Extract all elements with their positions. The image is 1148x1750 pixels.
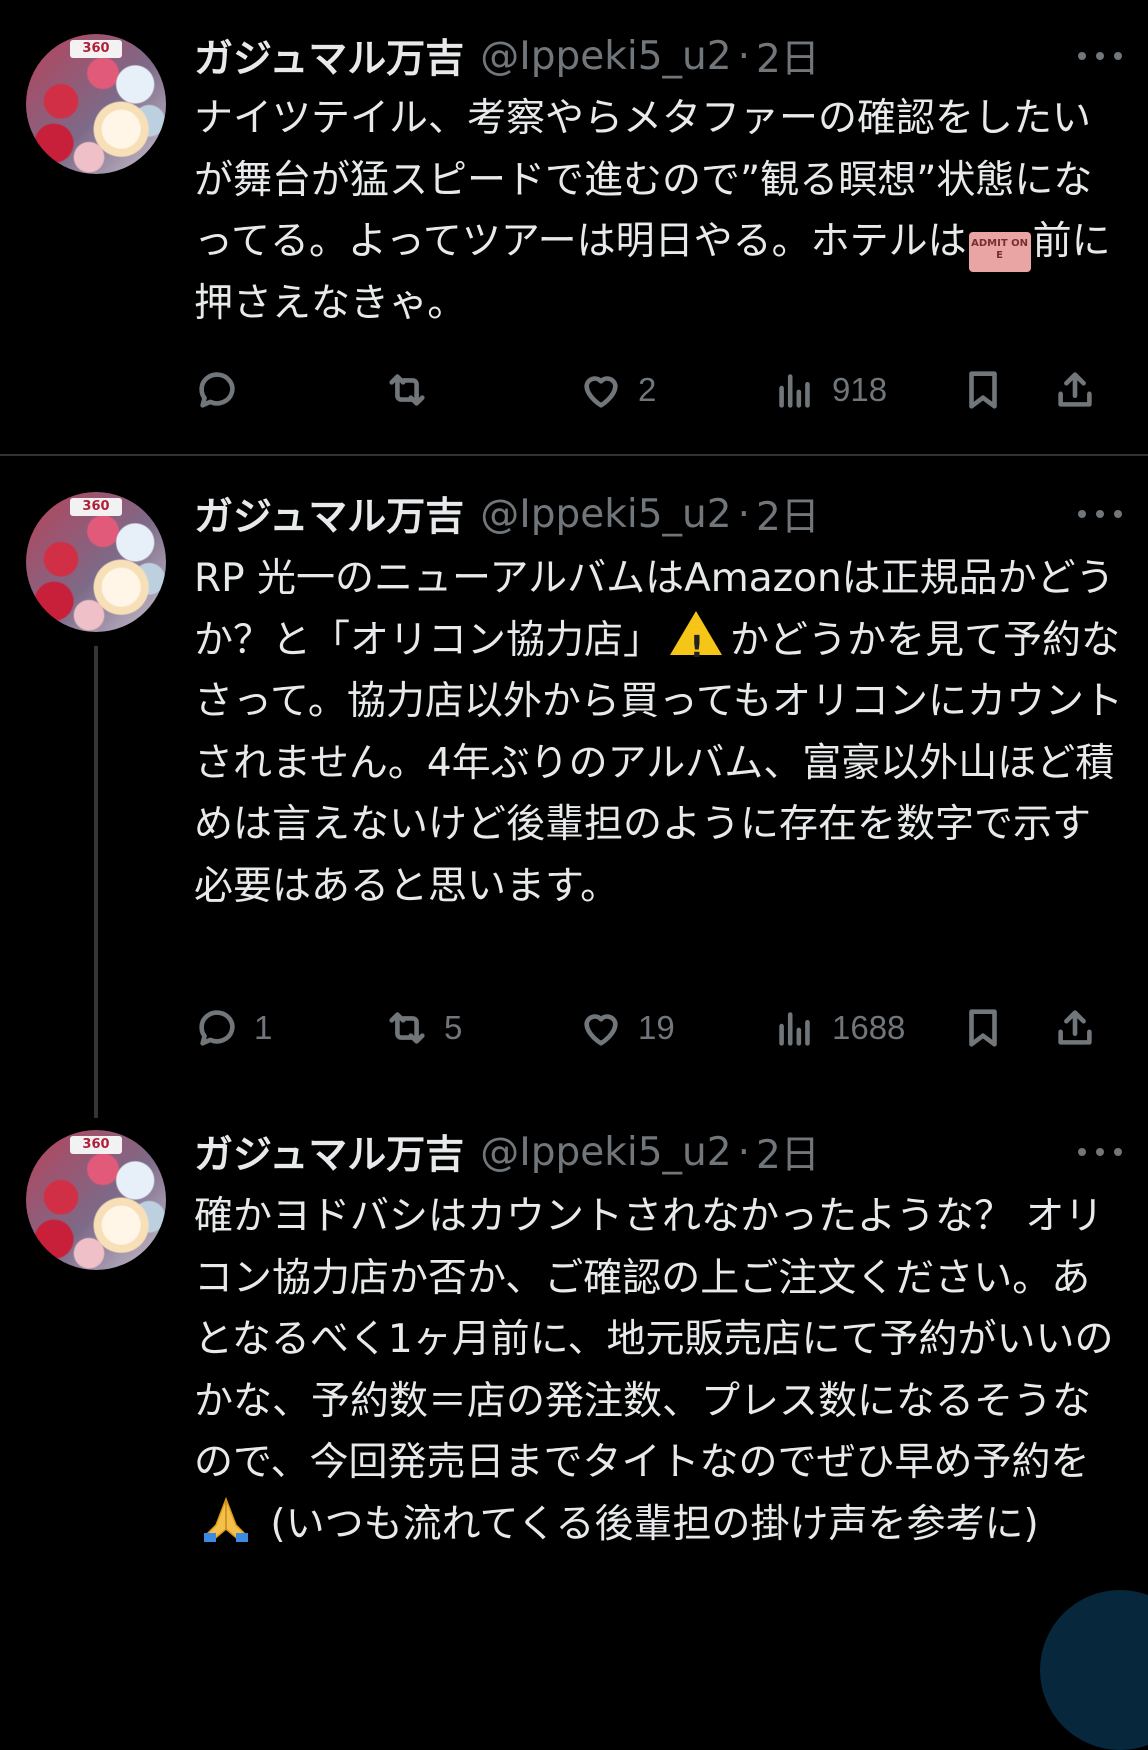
display-name[interactable]: ガジュマル万吉 <box>194 1124 464 1180</box>
tweet-divider <box>0 454 1148 456</box>
ticket-emoji-icon: ADMIT ONE <box>968 232 1031 272</box>
tweet-text-part-2: (いつも流れてくる後輩担の掛け声を参考に) <box>258 1501 1039 1547</box>
like-count: 19 <box>638 1009 675 1046</box>
views-button[interactable]: 1688 <box>772 1000 905 1056</box>
like-icon <box>584 1014 618 1046</box>
retweet-button[interactable] <box>384 362 444 418</box>
tweet-text: RP 光一のニューアルバムはAmazonは正規品かどうか？と「オリコン協力店」か… <box>194 548 1124 917</box>
avatar-badge: 360 <box>70 40 122 58</box>
reply-button[interactable]: 1 <box>194 1000 272 1056</box>
view-count: 1688 <box>832 1009 906 1046</box>
pray-emoji-icon <box>198 1495 254 1543</box>
avatar[interactable]: 360 <box>26 492 166 632</box>
bookmark-icon <box>969 371 997 409</box>
avatar-badge: 360 <box>70 1136 122 1154</box>
timestamp[interactable]: 2日 <box>756 28 820 84</box>
reply-icon <box>199 1010 235 1046</box>
separator-dot: · <box>737 33 750 79</box>
avatar-badge: 360 <box>70 498 122 516</box>
avatar[interactable]: 360 <box>26 1130 166 1270</box>
like-button[interactable]: 2 <box>578 362 656 418</box>
user-handle[interactable]: @Ippeki5_u2 <box>480 492 731 537</box>
separator-dot: · <box>737 1129 750 1175</box>
share-button[interactable] <box>1052 1000 1098 1056</box>
bookmark-icon <box>969 1009 997 1047</box>
user-handle[interactable]: @Ippeki5_u2 <box>480 34 731 79</box>
tweet-text-part-1: ナイツテイル、考察やらメタファーの確認をしたいが舞台が猛スピードで進むので”観る… <box>194 96 1093 264</box>
bookmark-button[interactable] <box>960 1000 1006 1056</box>
thread-connector <box>94 646 98 1118</box>
separator-dot: · <box>737 491 750 537</box>
avatar[interactable]: 360 <box>26 34 166 174</box>
retweet-icon <box>389 1012 425 1044</box>
user-handle[interactable]: @Ippeki5_u2 <box>480 1130 731 1175</box>
reply-icon <box>199 372 235 408</box>
more-icon[interactable] <box>1078 504 1122 524</box>
more-icon[interactable] <box>1078 46 1122 66</box>
tweet-header: ガジュマル万吉 @Ippeki5_u2 · 2日 <box>194 486 820 542</box>
action-bar: 2 918 <box>194 362 1124 418</box>
tweet-header: ガジュマル万吉 @Ippeki5_u2 · 2日 <box>194 28 820 84</box>
views-button[interactable]: 918 <box>772 362 887 418</box>
share-button[interactable] <box>1052 362 1098 418</box>
like-count: 2 <box>638 371 657 408</box>
views-icon <box>779 1012 810 1046</box>
tweet-text-part-1: 確かヨドバシはカウントされなかったような？ オリコン協力店か否か、ご確認の上ご注… <box>194 1194 1114 1485</box>
tweet-text: 確かヨドバシはカウントされなかったような？ オリコン協力店か否か、ご確認の上ご注… <box>194 1186 1124 1555</box>
more-icon[interactable] <box>1078 1142 1122 1162</box>
like-button[interactable]: 19 <box>578 1000 675 1056</box>
bookmark-button[interactable] <box>960 362 1006 418</box>
action-bar: 1 5 19 1688 <box>194 1000 1124 1056</box>
timestamp[interactable]: 2日 <box>756 486 820 542</box>
retweet-icon <box>389 374 425 406</box>
timestamp[interactable]: 2日 <box>756 1124 820 1180</box>
tweet-header: ガジュマル万吉 @Ippeki5_u2 · 2日 <box>194 1124 820 1180</box>
reply-button[interactable] <box>194 362 254 418</box>
retweet-button[interactable]: 5 <box>384 1000 462 1056</box>
view-count: 918 <box>832 371 888 408</box>
reply-count: 1 <box>254 1009 273 1046</box>
compose-button[interactable] <box>1040 1590 1148 1750</box>
share-icon <box>1058 1010 1092 1045</box>
tweet-text: ナイツテイル、考察やらメタファーの確認をしたいが舞台が猛スピードで進むので”観る… <box>194 88 1124 334</box>
warning-emoji-icon <box>670 610 723 678</box>
display-name[interactable]: ガジュマル万吉 <box>194 486 464 542</box>
display-name[interactable]: ガジュマル万吉 <box>194 28 464 84</box>
retweet-count: 5 <box>444 1009 463 1046</box>
views-icon <box>779 374 810 408</box>
like-icon <box>584 376 618 408</box>
ticket-emoji-text: ADMIT ONE <box>971 238 1029 261</box>
share-icon <box>1058 372 1092 407</box>
